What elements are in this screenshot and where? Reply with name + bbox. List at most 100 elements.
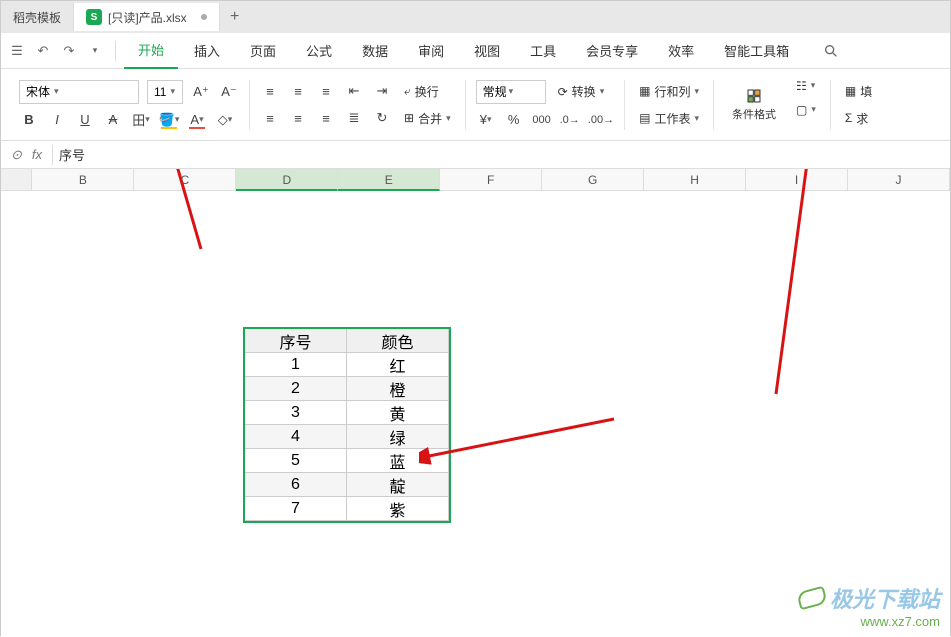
table-cell[interactable]: 6 bbox=[245, 473, 347, 497]
col-label: C bbox=[180, 173, 189, 187]
table-cell[interactable]: 蓝 bbox=[347, 449, 449, 473]
fill-button[interactable]: ▦填 bbox=[841, 81, 876, 102]
menu-insert[interactable]: 插入 bbox=[180, 33, 234, 69]
format-style-button[interactable]: ☷▾ bbox=[792, 77, 820, 95]
menu-efficiency[interactable]: 效率 bbox=[654, 33, 708, 69]
spreadsheet-grid[interactable]: B C D E F G H I J 序号 颜色 1红 2橙 3黄 4绿 5蓝 6… bbox=[1, 169, 950, 637]
menu-smart-toolbox[interactable]: 智能工具箱 bbox=[710, 33, 803, 69]
conditional-format-button[interactable]: 条件格式 bbox=[724, 77, 784, 133]
increase-font-button[interactable]: A⁺ bbox=[191, 82, 211, 102]
trace-button[interactable]: ⊙ bbox=[11, 147, 22, 163]
worksheet-button[interactable]: ▤工作表▾ bbox=[635, 108, 703, 129]
underline-button[interactable]: U bbox=[75, 110, 95, 130]
table-header-cell[interactable]: 颜色 bbox=[347, 329, 449, 353]
align-middle-button[interactable]: ≡ bbox=[288, 81, 308, 101]
col-header-D[interactable]: D bbox=[236, 169, 338, 191]
menu-review[interactable]: 审阅 bbox=[404, 33, 458, 69]
percent-button[interactable]: % bbox=[504, 110, 524, 130]
menu-start[interactable]: 开始 bbox=[124, 33, 178, 69]
convert-button[interactable]: ⟳转换▾ bbox=[554, 81, 609, 102]
fill-color-button[interactable]: 🪣▾ bbox=[159, 111, 179, 129]
increase-decimal-button[interactable]: .00→ bbox=[588, 110, 614, 130]
menu-formula[interactable]: 公式 bbox=[292, 33, 346, 69]
table-cell[interactable]: 1 bbox=[245, 353, 347, 377]
border-icon: 田 bbox=[132, 110, 145, 129]
currency-button[interactable]: ¥▾ bbox=[476, 110, 496, 130]
table-cell[interactable]: 7 bbox=[245, 497, 347, 521]
font-group: 宋体▾ 11▾ A⁺ A⁻ B I U A 田▾ 🪣▾ A▾ ◇▾ bbox=[9, 80, 249, 130]
table-header-cell[interactable]: 序号 bbox=[245, 329, 347, 353]
undo-button[interactable]: ↶ bbox=[31, 39, 55, 63]
align-bottom-button[interactable]: ≡ bbox=[316, 81, 336, 101]
menu-data[interactable]: 数据 bbox=[348, 33, 402, 69]
merge-button[interactable]: ⊞合并▾ bbox=[400, 108, 455, 129]
number-format-select[interactable]: 常规▾ bbox=[476, 80, 546, 104]
menu-tools[interactable]: 工具 bbox=[516, 33, 570, 69]
table-row: 5蓝 bbox=[245, 449, 449, 473]
menu-page[interactable]: 页面 bbox=[236, 33, 290, 69]
font-size-select[interactable]: 11▾ bbox=[147, 80, 183, 104]
table-cell[interactable]: 4 bbox=[245, 425, 347, 449]
align-top-button[interactable]: ≡ bbox=[260, 81, 280, 101]
table-cell[interactable]: 紫 bbox=[347, 497, 449, 521]
orientation-button[interactable]: ↻ bbox=[372, 108, 392, 128]
strike-button[interactable]: A bbox=[103, 110, 123, 130]
menu-icon[interactable]: ☰ bbox=[5, 39, 29, 63]
font-size-value: 11 bbox=[154, 85, 166, 99]
table-cell[interactable]: 3 bbox=[245, 401, 347, 425]
col-header-J[interactable]: J bbox=[848, 169, 950, 191]
indent-left-button[interactable]: ⇤ bbox=[344, 81, 364, 101]
undo-history-dropdown[interactable]: ▾ bbox=[83, 39, 107, 63]
bold-button[interactable]: B bbox=[19, 110, 39, 130]
col-header-H[interactable]: H bbox=[644, 169, 746, 191]
formula-input[interactable]: 序号 bbox=[52, 145, 950, 165]
font-color-icon: A bbox=[190, 112, 199, 127]
redo-button[interactable]: ↷ bbox=[57, 39, 81, 63]
table-row: 7紫 bbox=[245, 497, 449, 521]
col-header-G[interactable]: G bbox=[542, 169, 644, 191]
decrease-decimal-button[interactable]: .0→ bbox=[560, 110, 580, 130]
sum-button[interactable]: Σ求 bbox=[841, 108, 872, 129]
menu-view[interactable]: 视图 bbox=[460, 33, 514, 69]
indent-right-button[interactable]: ⇥ bbox=[372, 81, 392, 101]
decrease-font-button[interactable]: A⁻ bbox=[219, 82, 239, 102]
italic-button[interactable]: I bbox=[47, 110, 67, 130]
col-header-F[interactable]: F bbox=[440, 169, 542, 191]
rows-cols-button[interactable]: ▦行和列▾ bbox=[635, 81, 703, 102]
wrap-label: 换行 bbox=[415, 83, 439, 100]
file-tab[interactable]: S [只读]产品.xlsx bbox=[74, 3, 220, 31]
table-cell[interactable]: 2 bbox=[245, 377, 347, 401]
clear-format-button[interactable]: ◇▾ bbox=[215, 110, 235, 130]
table-cell[interactable]: 橙 bbox=[347, 377, 449, 401]
table-cell[interactable]: 黄 bbox=[347, 401, 449, 425]
new-tab-button[interactable]: + bbox=[220, 3, 250, 31]
align-left-button[interactable]: ≡ bbox=[260, 108, 280, 128]
cell-style-button[interactable]: ▢▾ bbox=[792, 101, 820, 119]
table-cell[interactable]: 绿 bbox=[347, 425, 449, 449]
col-header-E[interactable]: E bbox=[338, 169, 440, 191]
search-button[interactable] bbox=[813, 33, 849, 69]
justify-button[interactable]: ≣ bbox=[344, 108, 364, 128]
table-cell[interactable]: 靛 bbox=[347, 473, 449, 497]
col-header-B[interactable]: B bbox=[32, 169, 134, 191]
thousands-button[interactable]: 000 bbox=[532, 110, 552, 130]
italic-label: I bbox=[55, 112, 59, 127]
table-cell[interactable]: 5 bbox=[245, 449, 347, 473]
table-row: 4绿 bbox=[245, 425, 449, 449]
template-tab[interactable]: 稻壳模板 bbox=[1, 3, 74, 31]
select-all-corner[interactable] bbox=[1, 169, 32, 191]
wrap-text-button[interactable]: ⤶换行 bbox=[400, 81, 443, 102]
data-table[interactable]: 序号 颜色 1红 2橙 3黄 4绿 5蓝 6靛 7紫 bbox=[243, 327, 451, 523]
chevron-down-icon: ▾ bbox=[54, 86, 59, 97]
table-cell[interactable]: 红 bbox=[347, 353, 449, 377]
menu-member[interactable]: 会员专享 bbox=[572, 33, 652, 69]
border-button[interactable]: 田▾ bbox=[131, 110, 151, 130]
align-center-button[interactable]: ≡ bbox=[288, 108, 308, 128]
font-color-button[interactable]: A▾ bbox=[187, 111, 207, 129]
align-right-button[interactable]: ≡ bbox=[316, 108, 336, 128]
fx-button[interactable]: fx bbox=[32, 147, 42, 162]
tabs-bar: 稻壳模板 S [只读]产品.xlsx + bbox=[1, 1, 950, 33]
col-header-I[interactable]: I bbox=[746, 169, 848, 191]
col-header-C[interactable]: C bbox=[134, 169, 236, 191]
font-name-select[interactable]: 宋体▾ bbox=[19, 80, 139, 104]
